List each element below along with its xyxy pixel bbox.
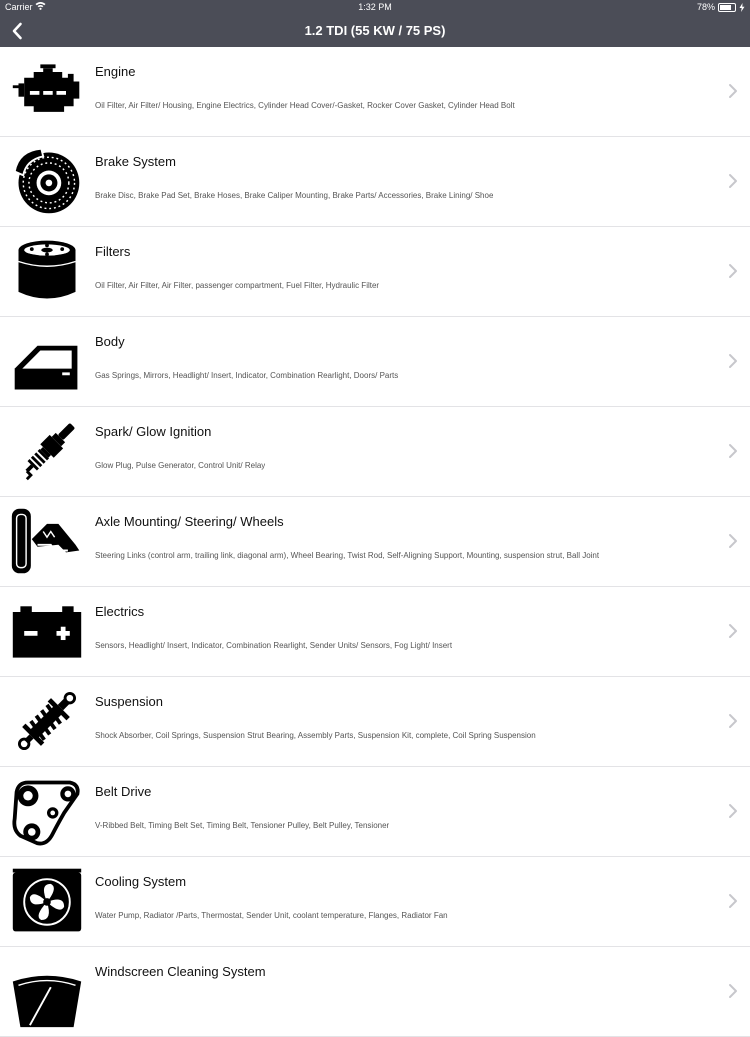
category-row-windscreen-cleaning-system[interactable]: Windscreen Cleaning System (0, 947, 750, 1037)
radiator-fan-icon (8, 863, 86, 939)
category-subtitle: Oil Filter, Air Filter, Air Filter, pass… (95, 281, 380, 290)
chevron-right-icon (728, 893, 738, 909)
category-subtitle: Shock Absorber, Coil Springs, Suspension… (95, 731, 536, 740)
chevron-right-icon (728, 713, 738, 729)
battery-percent: 78% (696, 2, 715, 12)
category-subtitle: Water Pump, Radiator /Parts, Thermostat,… (95, 911, 448, 920)
battery-status: 78% (697, 2, 745, 12)
engine-icon (8, 53, 86, 129)
chevron-right-icon (728, 803, 738, 819)
battery-icon (8, 593, 86, 669)
category-title: Electrics (95, 604, 145, 619)
category-row-suspension[interactable]: Suspension Shock Absorber, Coil Springs, … (0, 677, 750, 767)
charging-bolt-icon (739, 2, 745, 12)
category-subtitle: Glow Plug, Pulse Generator, Control Unit… (95, 461, 266, 470)
brake-disc-icon (8, 143, 86, 219)
category-row-spark-glow-ignition[interactable]: Spark/ Glow Ignition Glow Plug, Pulse Gen… (0, 407, 750, 497)
category-title: Belt Drive (95, 784, 152, 799)
category-title: Brake System (95, 154, 176, 169)
car-door-icon (8, 323, 86, 399)
chevron-right-icon (728, 353, 738, 369)
category-row-cooling-system[interactable]: Cooling System Water Pump, Radiator /Part… (0, 857, 750, 947)
page-title: 1.2 TDI (55 KW / 75 PS) (304, 23, 446, 38)
category-title: Filters (95, 244, 131, 259)
category-title: Suspension (95, 694, 163, 709)
navigation-header: Carrier 1:32 PM 78% 1.2 TDI (55 KW / 75 … (0, 0, 750, 47)
spark-plug-icon (8, 413, 86, 489)
chevron-right-icon (728, 443, 738, 459)
chevron-right-icon (728, 533, 738, 549)
category-subtitle: Oil Filter, Air Filter/ Housing, Engine … (95, 101, 515, 110)
chevron-right-icon (728, 983, 738, 999)
chevron-right-icon (728, 263, 738, 279)
category-row-engine[interactable]: Engine Oil Filter, Air Filter/ Housing, E… (0, 47, 750, 137)
category-row-belt-drive[interactable]: Belt Drive V-Ribbed Belt, Timing Belt Set… (0, 767, 750, 857)
chevron-right-icon (728, 623, 738, 639)
status-bar: Carrier 1:32 PM 78% (0, 0, 750, 14)
category-subtitle: V-Ribbed Belt, Timing Belt Set, Timing B… (95, 821, 390, 830)
shock-absorber-icon (8, 683, 86, 759)
category-row-electrics[interactable]: Electrics Sensors, Headlight/ Insert, Ind… (0, 587, 750, 677)
category-list: Engine Oil Filter, Air Filter/ Housing, E… (0, 47, 750, 1037)
category-title: Body (95, 334, 125, 349)
category-row-axle-mounting-steering-wheels[interactable]: Axle Mounting/ Steering/ Wheels Steering … (0, 497, 750, 587)
category-subtitle: Brake Disc, Brake Pad Set, Brake Hoses, … (95, 191, 494, 200)
category-row-body[interactable]: Body Gas Springs, Mirrors, Headlight/ Ins… (0, 317, 750, 407)
category-title: Axle Mounting/ Steering/ Wheels (95, 514, 284, 529)
chevron-right-icon (728, 83, 738, 99)
status-time: 1:32 PM (358, 2, 392, 12)
belt-drive-icon (8, 773, 86, 849)
category-row-filters[interactable]: Filters Oil Filter, Air Filter, Air Filte… (0, 227, 750, 317)
category-title: Windscreen Cleaning System (95, 964, 266, 979)
category-title: Spark/ Glow Ignition (95, 424, 212, 439)
windscreen-wiper-icon (8, 953, 86, 1029)
oil-filter-icon (8, 233, 86, 309)
category-subtitle: Steering Links (control arm, trailing li… (95, 551, 600, 560)
category-title: Cooling System (95, 874, 187, 889)
category-row-brake-system[interactable]: Brake System Brake Disc, Brake Pad Set, B… (0, 137, 750, 227)
category-title: Engine (95, 64, 136, 79)
axle-wheel-icon (8, 503, 86, 579)
battery-status-icon (718, 2, 736, 12)
chevron-right-icon (728, 173, 738, 189)
category-subtitle: Sensors, Headlight/ Insert, Indicator, C… (95, 641, 453, 650)
category-subtitle: Gas Springs, Mirrors, Headlight/ Insert,… (95, 371, 399, 380)
